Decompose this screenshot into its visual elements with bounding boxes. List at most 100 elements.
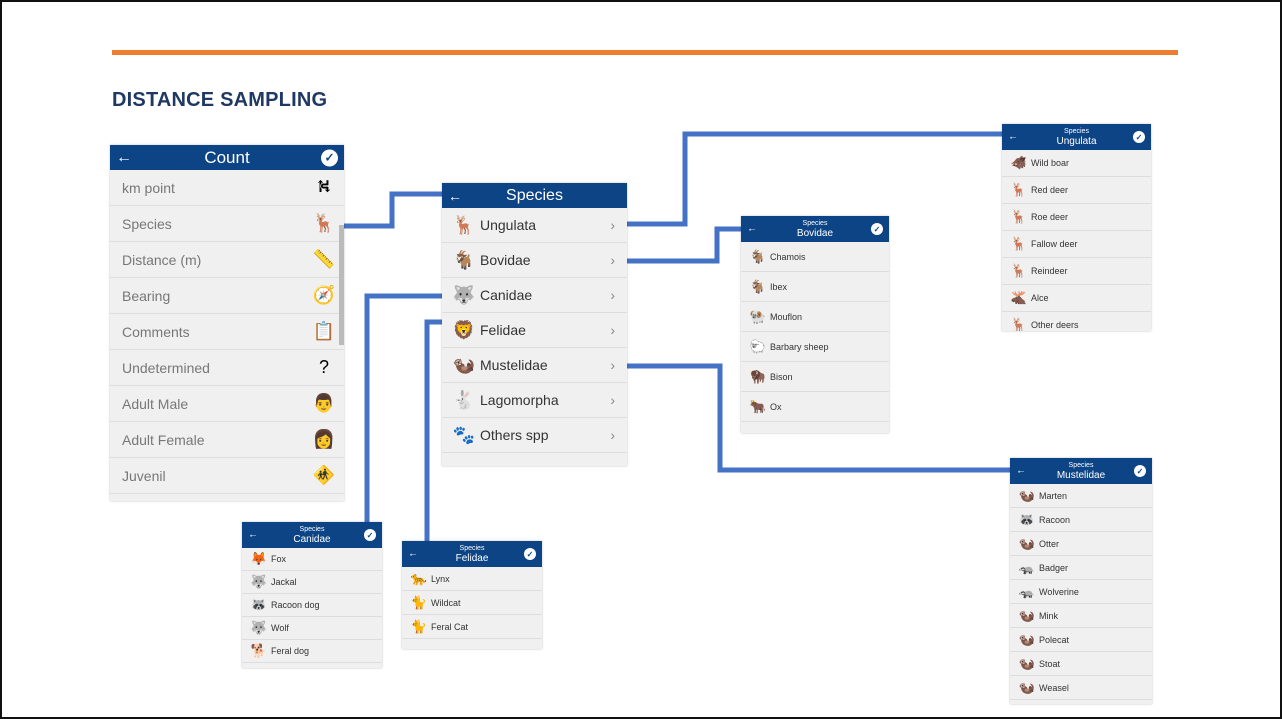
list-item-label: Bovidae — [480, 252, 531, 268]
list-item-label: Racoon — [1039, 514, 1071, 525]
list-item-km-point[interactable]: km point ⛕ — [110, 170, 344, 206]
back-arrow-icon[interactable]: ← — [116, 149, 132, 167]
species-app-bar: ← Species — [442, 183, 627, 208]
list-item-chamois[interactable]: 🐐 Chamois — [741, 242, 889, 272]
list-item-felidae[interactable]: 🦁 Felidae › — [442, 313, 627, 348]
list-item-bison[interactable]: 🦬 Bison — [741, 362, 889, 392]
confirm-check-icon[interactable]: ✓ — [1133, 131, 1145, 143]
list-item-label: Ox — [770, 401, 782, 412]
panel-title: Species — [1064, 128, 1089, 135]
list-item-mouflon[interactable]: 🐏 Mouflon — [741, 302, 889, 332]
list-item-otter[interactable]: 🦦 Otter — [1010, 532, 1152, 556]
list-item-label: Undetermined — [122, 359, 210, 376]
list-item-bovidae[interactable]: 🐐 Bovidae › — [442, 243, 627, 278]
list-item-adult-female[interactable]: Adult Female 👩 — [110, 422, 344, 458]
count-list: km point ⛕ Species 🦌 Distance (m) 📏 Bearing 🧭 Co… — [110, 170, 344, 494]
confirm-check-icon[interactable]: ✓ — [871, 223, 883, 235]
list-item-ibex[interactable]: 🐐 Ibex — [741, 272, 889, 302]
list-item-reindeer[interactable]: 🦌 Reindeer — [1002, 258, 1151, 285]
list-item-label: km point — [122, 179, 175, 196]
otter-icon: 🦦 — [1018, 535, 1036, 551]
count-app-bar: ← Count ✓ — [110, 145, 344, 170]
bovidae-app-bar: ← Species Bovidae ✓ — [741, 216, 889, 242]
canidae-list: 🦊 Fox 🐺 Jackal 🦝 Racoon dog 🐺 Wolf 🐕 Feral dog — [242, 548, 382, 663]
list-item-distance-m-[interactable]: Distance (m) 📏 — [110, 242, 344, 278]
deer-icon: 🦌 — [1010, 317, 1028, 331]
list-item-lynx[interactable]: 🐆 Lynx — [402, 567, 542, 591]
list-item-weasel[interactable]: 🦦 Weasel — [1010, 676, 1152, 700]
panel-title: Species — [1068, 462, 1094, 469]
list-item-red-deer[interactable]: 🦌 Red deer — [1002, 177, 1151, 204]
back-arrow-icon[interactable]: ← — [1008, 132, 1018, 143]
list-item-fallow-deer[interactable]: 🦌 Fallow deer — [1002, 231, 1151, 258]
list-item-marten[interactable]: 🦦 Marten — [1010, 484, 1152, 508]
list-item-alce[interactable]: 🫎 Alce — [1002, 285, 1151, 312]
list-item-jackal[interactable]: 🐺 Jackal — [242, 571, 382, 594]
list-item-undetermined[interactable]: Undetermined? — [110, 350, 344, 386]
list-item-mustelidae[interactable]: 🦦 Mustelidae › — [442, 348, 627, 383]
confirm-check-icon[interactable]: ✓ — [1134, 465, 1146, 477]
back-arrow-icon[interactable]: ← — [1016, 466, 1026, 477]
list-item-label: Mink — [1039, 610, 1059, 621]
list-item-feral-cat[interactable]: 🐈 Feral Cat — [402, 615, 542, 639]
list-item-fox[interactable]: 🦊 Fox — [242, 548, 382, 571]
list-item-roe-deer[interactable]: 🦌 Roe deer — [1002, 204, 1151, 231]
mouflon-icon: 🐏 — [749, 308, 767, 324]
list-item-label: Ungulata — [480, 217, 537, 233]
chevron-right-icon: › — [610, 427, 615, 443]
list-item-wild-boar[interactable]: 🐗 Wild boar — [1002, 150, 1151, 177]
chevron-right-icon: › — [610, 357, 615, 373]
back-arrow-icon[interactable]: ← — [408, 549, 418, 560]
list-item-label: Reindeer — [1031, 266, 1068, 276]
ungulata-app-bar: ← Species Ungulata ✓ — [1002, 124, 1151, 150]
list-item-racoon[interactable]: 🦝 Racoon — [1010, 508, 1152, 532]
racoon-dog-icon: 🦝 — [250, 597, 268, 612]
list-item-lagomorpha[interactable]: 🐇 Lagomorpha › — [442, 383, 627, 418]
confirm-check-icon[interactable]: ✓ — [524, 548, 536, 560]
list-item-label: Marten — [1039, 490, 1068, 501]
list-item-ox[interactable]: 🐂 Ox — [741, 392, 889, 422]
racoon-icon: 🦝 — [1018, 511, 1036, 527]
list-item-wolverine[interactable]: 🦡 Wolverine — [1010, 580, 1152, 604]
list-item-wolf[interactable]: 🐺 Wolf — [242, 617, 382, 640]
list-item-polecat[interactable]: 🦦 Polecat — [1010, 628, 1152, 652]
chevron-right-icon: › — [610, 392, 615, 408]
list-item-label: Jackal — [271, 577, 297, 587]
list-item-ungulata[interactable]: 🦌 Ungulata › — [442, 208, 627, 243]
list-item-others-spp[interactable]: 🐾 Others spp › — [442, 418, 627, 453]
wolverine-icon: 🦡 — [1018, 583, 1036, 599]
confirm-check-icon[interactable]: ✓ — [321, 149, 338, 166]
scrollbar[interactable] — [339, 225, 344, 345]
list-item-species[interactable]: Species 🦌 — [110, 206, 344, 242]
back-arrow-icon[interactable]: ← — [448, 188, 462, 204]
list-item-stoat[interactable]: 🦦 Stoat — [1010, 652, 1152, 676]
list-item-feral-dog[interactable]: 🐕 Feral dog — [242, 640, 382, 663]
list-item-wildcat[interactable]: 🐈 Wildcat — [402, 591, 542, 615]
list-item-barbary-sheep[interactable]: 🐑 Barbary sheep — [741, 332, 889, 362]
list-item-label: Feral dog — [271, 646, 310, 656]
list-item-badger[interactable]: 🦡 Badger — [1010, 556, 1152, 580]
list-item-label: Weasel — [1039, 682, 1069, 693]
list-item-label: Ibex — [770, 281, 788, 292]
list-item-label: Lagomorpha — [480, 392, 559, 408]
list-item-comments[interactable]: Comments 📋 — [110, 314, 344, 350]
panel-title: Species — [299, 526, 325, 533]
list-item-label: Polecat — [1039, 634, 1070, 645]
list-item-racoon-dog[interactable]: 🦝 Racoon dog — [242, 594, 382, 617]
confirm-check-icon[interactable]: ✓ — [364, 529, 376, 541]
list-item-canidae[interactable]: 🐺 Canidae › — [442, 278, 627, 313]
list-item-label: Bison — [770, 371, 793, 382]
list-item-other-deers[interactable]: 🦌 Other deers — [1002, 312, 1151, 331]
list-item-mink[interactable]: 🦦 Mink — [1010, 604, 1152, 628]
list-item-label: Stoat — [1039, 658, 1061, 669]
list-item-bearing[interactable]: Bearing 🧭 — [110, 278, 344, 314]
deer-eye-icon: 🦌 — [312, 213, 336, 233]
back-arrow-icon[interactable]: ← — [248, 530, 258, 541]
back-arrow-icon[interactable]: ← — [747, 224, 757, 235]
mustelidae-list: 🦦 Marten 🦝 Racoon 🦦 Otter 🦡 Badger 🦡 Wolverine 🦦 Mi… — [1010, 484, 1152, 700]
list-item-label: Comments — [122, 323, 190, 340]
list-item-juvenil[interactable]: Juvenil 🚸 — [110, 458, 344, 494]
panel-subtitle: Bovidae — [796, 228, 834, 239]
list-item-adult-male[interactable]: Adult Male 👨 — [110, 386, 344, 422]
list-item-label: Wolf — [271, 623, 289, 633]
